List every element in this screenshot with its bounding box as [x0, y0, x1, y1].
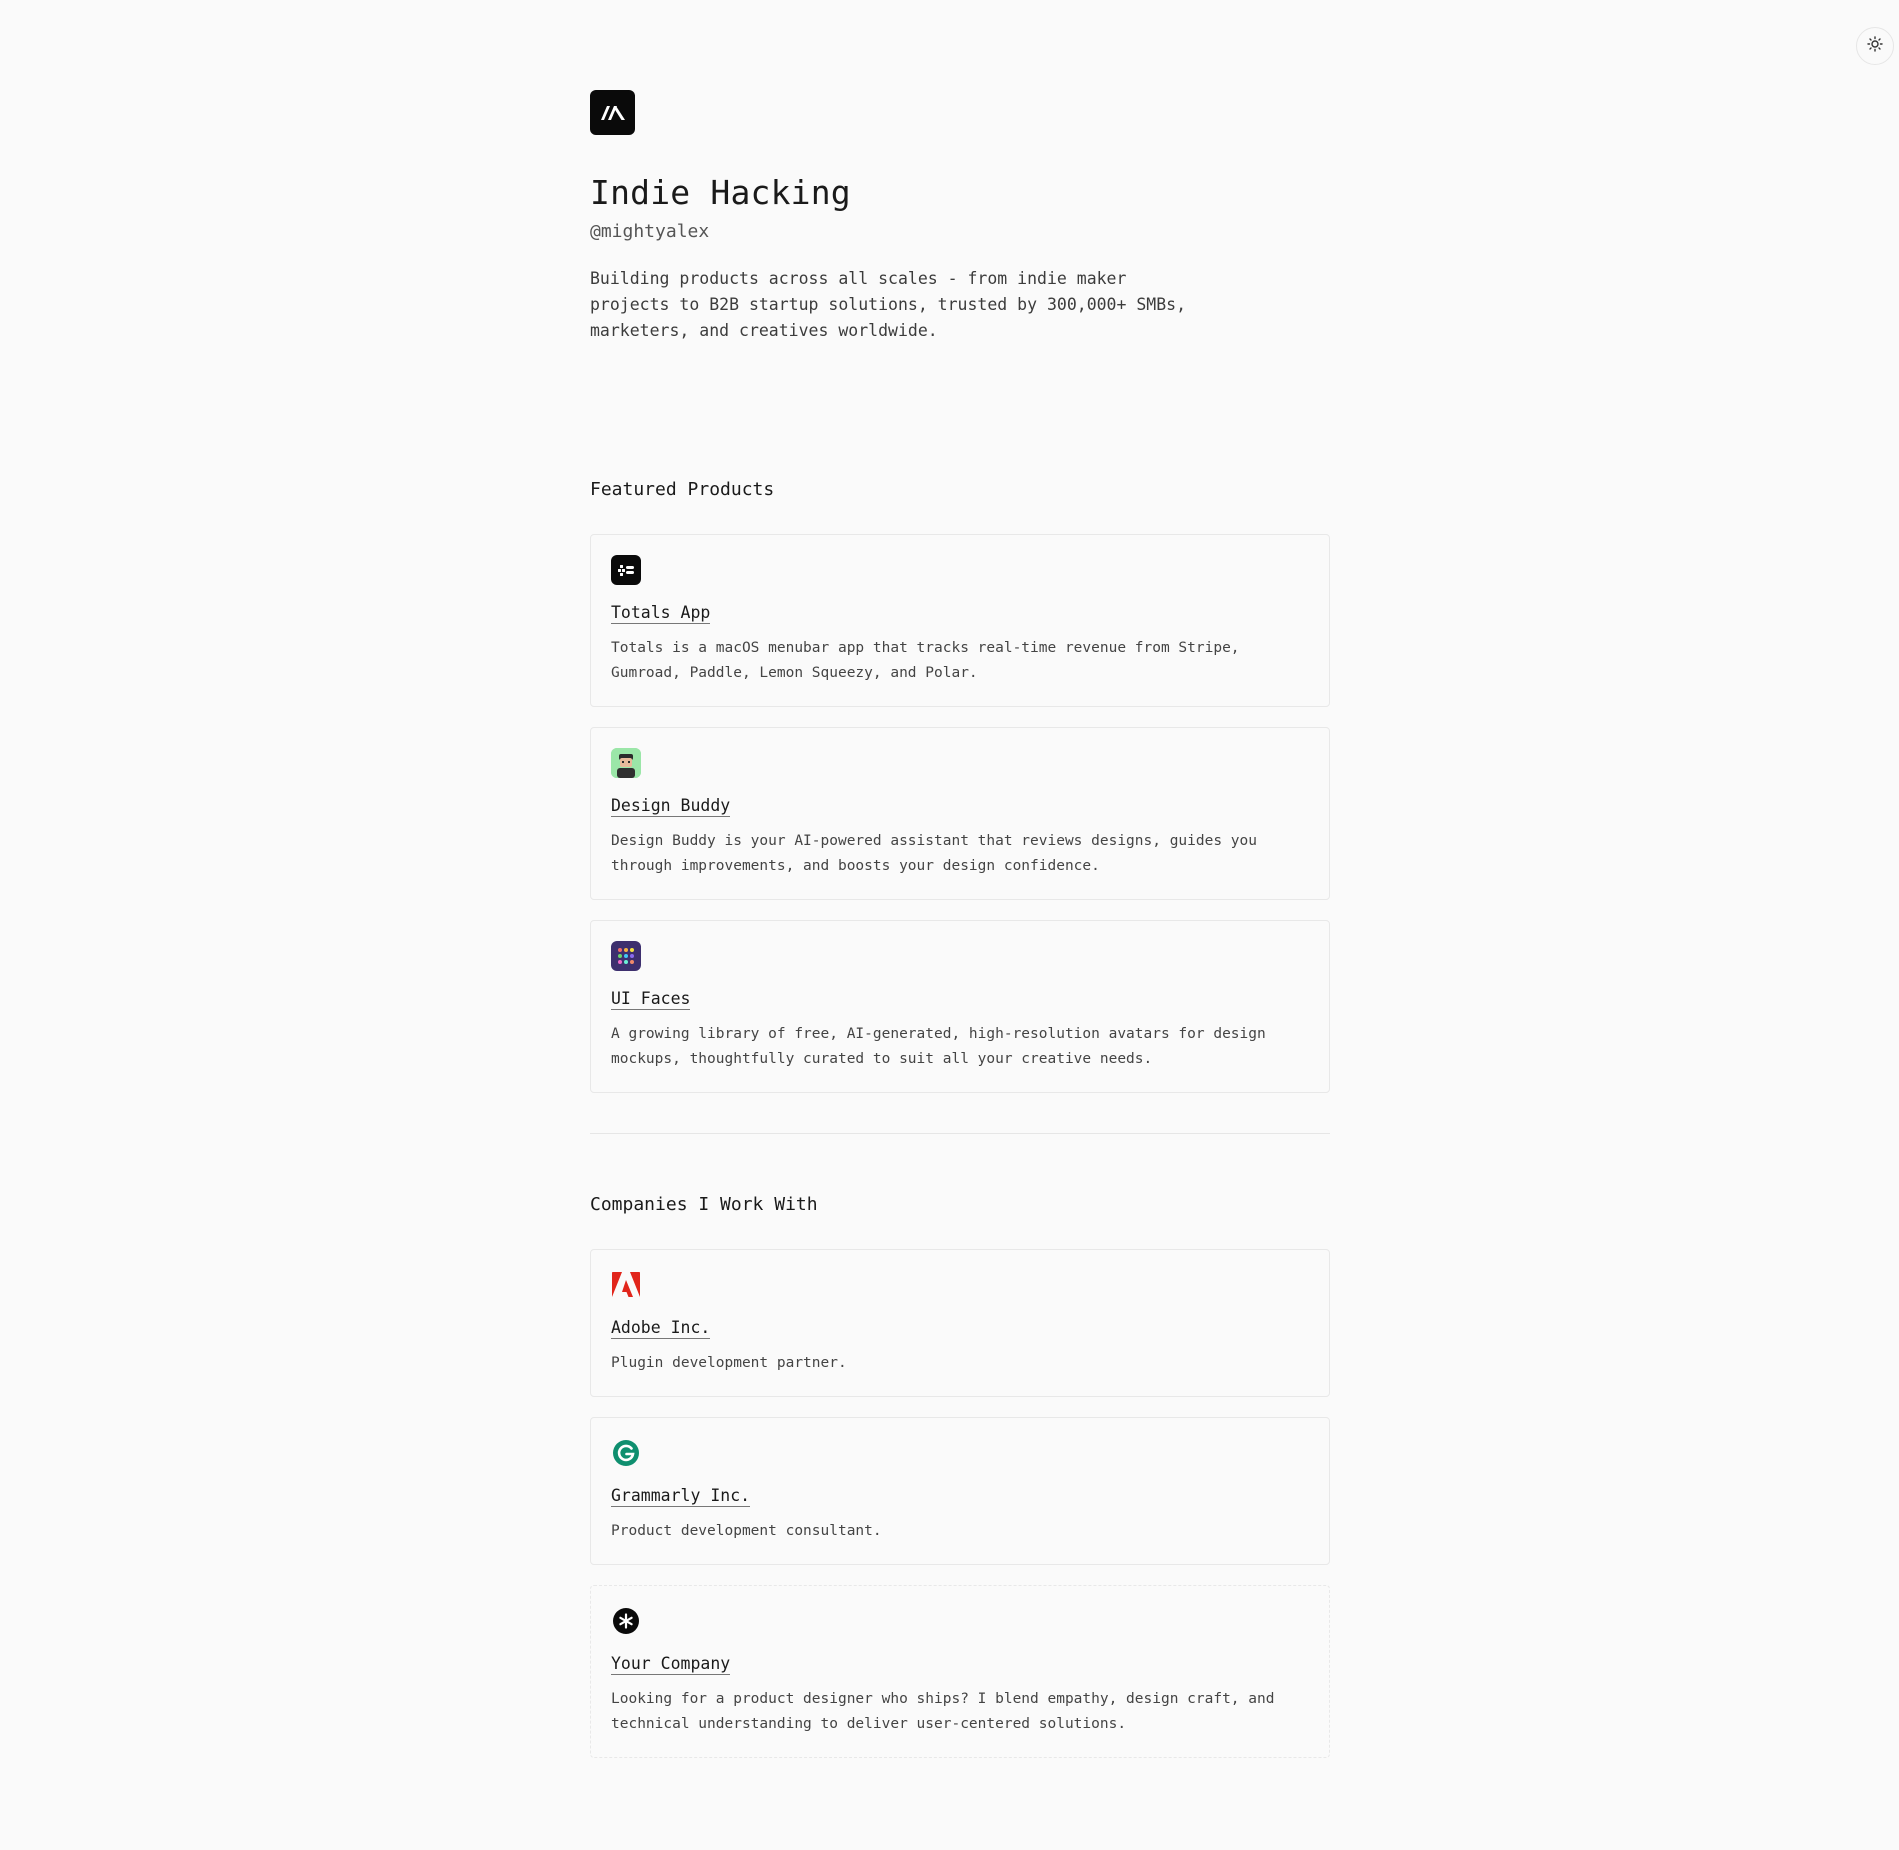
featured-products-heading: Featured Products: [590, 478, 775, 500]
page-title: Indie Hacking: [590, 173, 851, 212]
product-link-totals[interactable]: Totals App: [611, 603, 711, 624]
company-link-grammarly[interactable]: Grammarly Inc.: [611, 1486, 751, 1507]
section-divider: [590, 1132, 1330, 1134]
company-card-your-company: Your Company Looking for a product desig…: [590, 1584, 1330, 1758]
company-description-adobe: Plugin development partner.: [611, 1354, 847, 1371]
companies-list: Adobe Inc. Plugin development partner. G…: [590, 1248, 1330, 1758]
design-buddy-icon: [611, 747, 641, 778]
company-description-grammarly: Product development consultant.: [611, 1522, 882, 1539]
companies-heading: Companies I Work With: [590, 1193, 818, 1215]
company-description-your-company: Looking for a product designer who ships…: [611, 1690, 1275, 1732]
profile-page: Indie Hacking @mightyalex Building produ…: [590, 90, 1330, 1778]
theme-toggle-button[interactable]: [1856, 27, 1894, 65]
bio-text: Building products across all scales - fr…: [590, 268, 1187, 340]
product-card-design-buddy: Design Buddy Design Buddy is your AI-pow…: [590, 726, 1330, 900]
product-description-totals: Totals is a macOS menubar app that track…: [611, 639, 1240, 681]
brand-logo: [590, 90, 635, 135]
product-description-design-buddy: Design Buddy is your AI-powered assistan…: [611, 832, 1258, 874]
totals-app-icon: [611, 554, 641, 585]
ui-faces-icon: [611, 940, 641, 971]
asterisk-icon: [611, 1606, 641, 1636]
product-link-design-buddy[interactable]: Design Buddy: [611, 796, 731, 817]
user-handle: @mightyalex: [590, 220, 710, 242]
product-card-totals: Totals App Totals is a macOS menubar app…: [590, 533, 1330, 707]
company-link-your-company[interactable]: Your Company: [611, 1654, 731, 1675]
sun-icon: [1867, 36, 1883, 56]
product-link-ui-faces[interactable]: UI Faces: [611, 989, 691, 1010]
grammarly-icon: [611, 1438, 641, 1468]
featured-products-list: Totals App Totals is a macOS menubar app…: [590, 533, 1330, 1093]
company-link-adobe[interactable]: Adobe Inc.: [611, 1318, 711, 1339]
adobe-icon: [611, 1270, 641, 1300]
company-card-adobe: Adobe Inc. Plugin development partner.: [590, 1248, 1330, 1397]
company-card-grammarly: Grammarly Inc. Product development consu…: [590, 1416, 1330, 1565]
product-description-ui-faces: A growing library of free, AI-generated,…: [611, 1025, 1266, 1067]
product-card-ui-faces: UI Faces A growing library of free, AI-g…: [590, 919, 1330, 1093]
